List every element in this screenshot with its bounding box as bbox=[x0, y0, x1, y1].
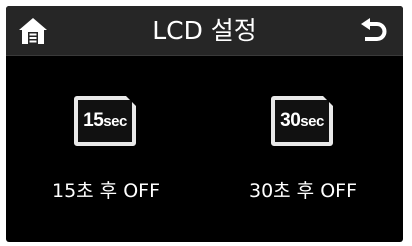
icon-unit: sec bbox=[103, 113, 127, 130]
back-button[interactable] bbox=[357, 15, 391, 47]
header-bar: LCD 설정 bbox=[6, 6, 403, 56]
home-icon bbox=[19, 18, 47, 44]
home-button[interactable] bbox=[16, 15, 50, 47]
icon-number: 15 bbox=[83, 110, 104, 131]
option-15sec[interactable]: 15sec 15초 후 OFF bbox=[26, 96, 186, 216]
icon-unit: sec bbox=[300, 113, 324, 130]
lcd-settings-screen: LCD 설정 15sec 15초 후 OFF 30sec 30초 후 OFF bbox=[6, 6, 403, 242]
icon-number: 30 bbox=[280, 110, 301, 131]
page-title: LCD 설정 bbox=[152, 16, 257, 45]
timer-30sec-icon: 30sec bbox=[271, 96, 333, 146]
back-arrow-icon bbox=[361, 18, 387, 41]
timer-15sec-icon: 15sec bbox=[74, 96, 136, 146]
option-30sec-label: 30초 후 OFF bbox=[248, 180, 358, 202]
option-30sec[interactable]: 30sec 30초 후 OFF bbox=[223, 96, 383, 216]
option-15sec-label: 15초 후 OFF bbox=[51, 180, 161, 202]
